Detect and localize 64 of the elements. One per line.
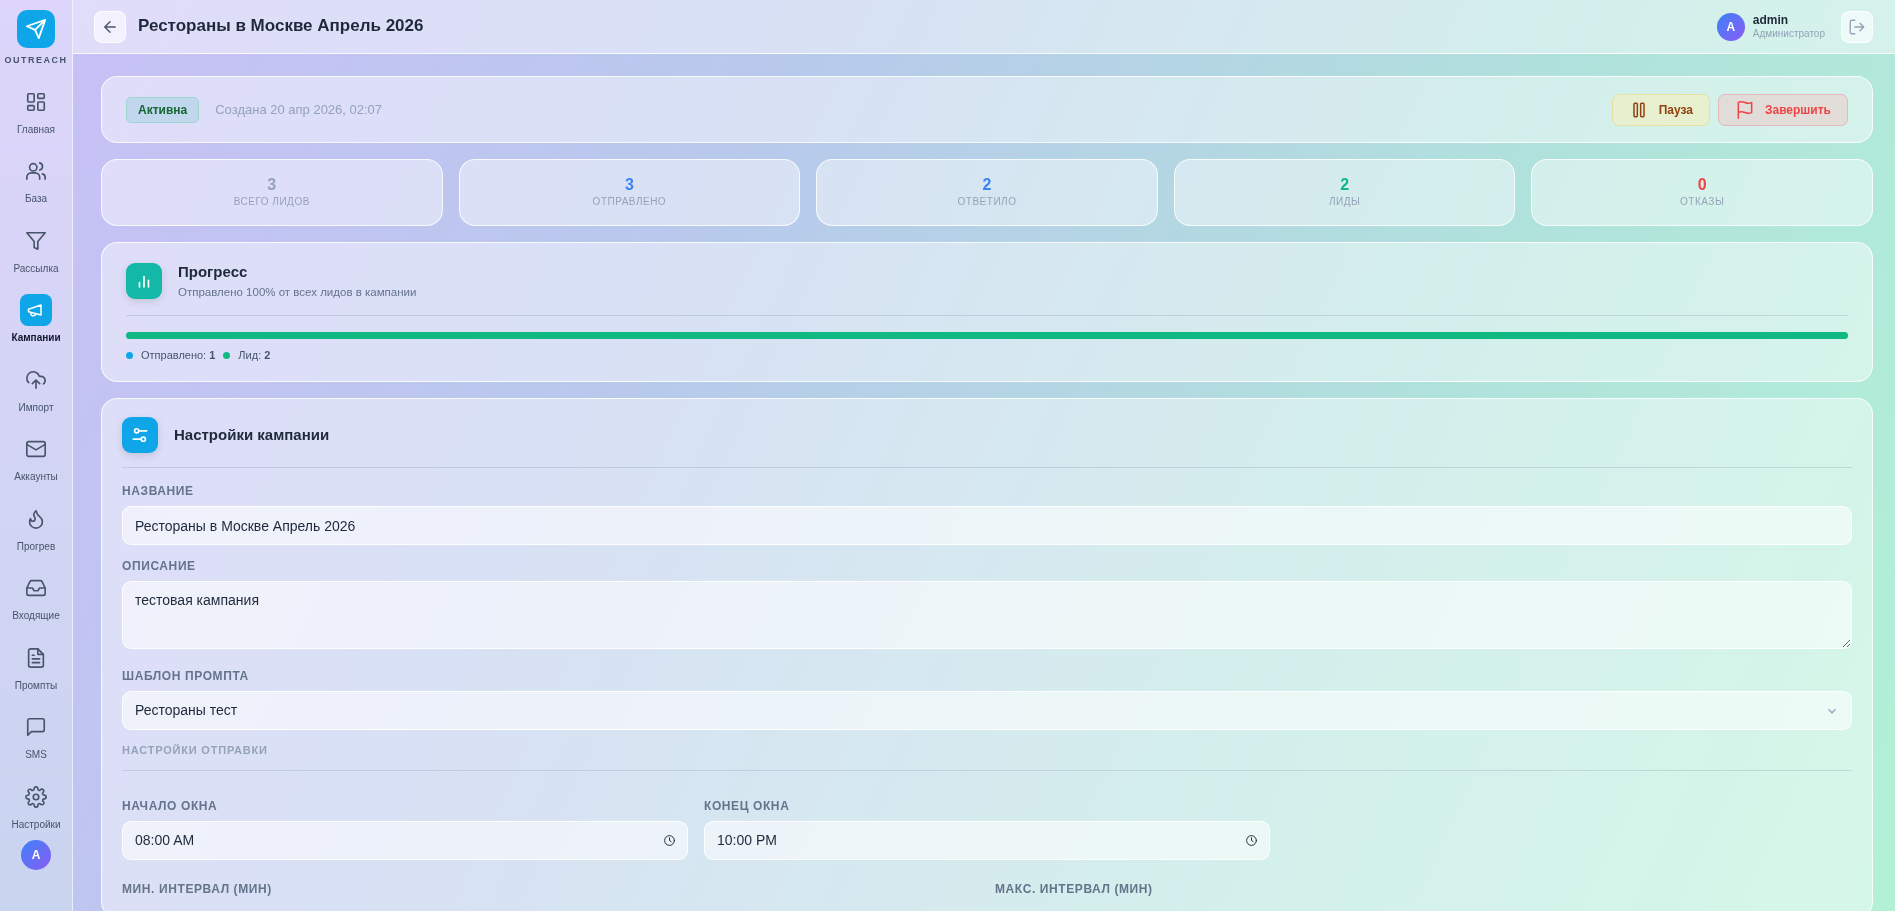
time-field[interactable]: 08:00 AM (122, 820, 688, 860)
created-date: Создана 20 апр 2026, 02:07 (215, 100, 383, 119)
settings-icon (25, 785, 47, 808)
sidebar-item[interactable]: Рассылка (0, 220, 73, 290)
stat-label: ОТПРАВЛЕНО (592, 194, 667, 209)
sidebar-item[interactable]: Главная (0, 81, 73, 151)
filter-icon (25, 229, 47, 252)
field-label: ШАБЛОН ПРОМПТА (122, 668, 250, 686)
field-label: ОПИСАНИЕ (122, 558, 197, 576)
field-label: НАЗВАНИЕ (122, 483, 195, 501)
user-name: admin (1752, 14, 1790, 28)
document-icon (25, 646, 47, 669)
stat-label: ЛИДЫ (1328, 194, 1361, 209)
status-badge: Активна (126, 96, 200, 123)
grid-icon (25, 90, 47, 113)
stat-label: ОТВЕТИЛО (957, 194, 1017, 209)
chart-icon (126, 262, 162, 299)
field-label: КОНЕЦ ОКНА (704, 797, 791, 815)
sliders-icon (122, 417, 158, 454)
logo-text: OUTREACH (4, 54, 68, 67)
stat-value: 3 (624, 176, 634, 194)
pause-button[interactable]: Пауза (1611, 93, 1710, 126)
sidebar-item[interactable]: Импорт (0, 359, 73, 429)
field-label: НАЧАЛО ОКНА (122, 797, 219, 815)
sidebar-item[interactable]: Кампании (0, 290, 73, 360)
logout-button[interactable] (1841, 10, 1873, 43)
clock-icon (1244, 833, 1258, 847)
field-label: МИН. ИНТЕРВАЛ (МИН) (122, 880, 273, 898)
stat-label: ВСЕГО ЛИДОВ (233, 194, 310, 209)
legend-label: Лид: 2 (238, 347, 271, 363)
cloud-upload-icon (25, 368, 47, 391)
inbox-icon (25, 577, 47, 599)
user-avatar: A (1716, 12, 1745, 41)
text-field[interactable]: Рестораны в Москве Апрель 2026 (122, 506, 1852, 546)
users-icon (25, 160, 47, 182)
stat-value: 2 (982, 176, 992, 194)
sidebar-item[interactable]: Аккаунты (0, 429, 73, 499)
back-button[interactable] (94, 10, 126, 43)
section-title: Прогресс (178, 262, 249, 282)
time-field[interactable]: 10:00 PM (704, 820, 1270, 860)
sidebar-item[interactable]: Прогрев (0, 498, 73, 568)
logo-icon (17, 10, 55, 48)
description-field[interactable]: тестовая кампания (122, 581, 1852, 650)
clock-icon (663, 833, 676, 847)
legend-label: Отправлено: 1 (141, 347, 216, 363)
sidebar-item[interactable]: Промпты (0, 637, 73, 707)
sidebar-item[interactable]: SMS (0, 707, 73, 777)
page-title: Рестораны в Москве Апрель 2026 (138, 16, 424, 37)
sidebar-item[interactable]: Входящие (0, 568, 73, 638)
logout-icon (1848, 17, 1866, 36)
chat-icon (25, 716, 47, 738)
section-label: НАСТРОЙКИ ОТПРАВКИ (122, 743, 269, 759)
section-title: Настройки кампании (174, 425, 330, 445)
prompt-dropdown[interactable]: Рестораны тест (122, 691, 1852, 731)
section-subtitle: Отправлено 100% от всех лидов в кампании (178, 284, 417, 300)
avatar[interactable]: A (21, 840, 51, 870)
stat-value: 2 (1340, 176, 1350, 194)
stat-label: ОТКАЗЫ (1680, 194, 1725, 209)
user-role: Администратор (1752, 27, 1825, 39)
stat-value: 3 (267, 176, 277, 194)
stat-value: 0 (1697, 176, 1707, 194)
sidebar-item[interactable]: База (0, 151, 73, 221)
mail-icon (25, 438, 47, 460)
field-label: МАКС. ИНТЕРВАЛ (МИН) (995, 880, 1154, 898)
